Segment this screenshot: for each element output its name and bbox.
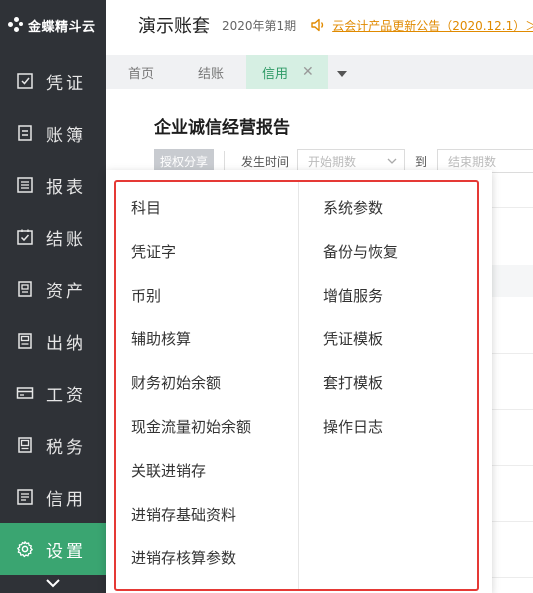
sidebar-item-tax[interactable]: 税务	[0, 419, 106, 471]
tab-label: 信用	[262, 66, 289, 82]
tab-more-button[interactable]	[328, 55, 356, 89]
menu-item-currency[interactable]: 币别	[131, 275, 251, 319]
sidebar-item-ledger[interactable]: 账簿	[0, 107, 106, 159]
caret-down-icon	[336, 63, 348, 82]
menu-item-link-inventory[interactable]: 关联进销存	[131, 450, 251, 494]
settings-menu-right-column: 系统参数 备份与恢复 增值服务 凭证模板 套打模板 操作日志	[323, 187, 398, 450]
top-header: 演示账套 2020年第1期 云会计产品更新公告（2020.12.1）＞	[106, 0, 533, 50]
cashier-icon	[16, 332, 34, 350]
settings-menu-left-column: 科目 凭证字 币别 辅助核算 财务初始余额 现金流量初始余额 关联进销存 进销存…	[131, 187, 251, 581]
tab-label: 首页	[128, 66, 155, 82]
start-period-placeholder: 开始期数	[308, 154, 357, 169]
end-period-placeholder: 结束期数	[448, 154, 497, 169]
menu-item-print-template[interactable]: 套打模板	[323, 362, 398, 406]
menu-item-cashflow-initial-balance[interactable]: 现金流量初始余额	[131, 406, 251, 450]
account-title[interactable]: 演示账套	[138, 12, 210, 38]
sidebar-item-label: 信用	[46, 489, 86, 510]
page-title: 企业诚信经营报告	[154, 118, 290, 138]
sidebar-item-checkout[interactable]: 结账	[0, 211, 106, 263]
menu-item-inventory-accounting-params[interactable]: 进销存核算参数	[131, 537, 251, 581]
menu-item-voucher-word[interactable]: 凭证字	[131, 231, 251, 275]
accounting-period: 2020年第1期	[222, 18, 297, 33]
menu-divider	[298, 180, 299, 590]
sidebar-expand-toggle[interactable]	[0, 572, 106, 593]
sidebar-item-voucher[interactable]: 凭证	[0, 55, 106, 107]
close-icon[interactable]: ✕	[302, 64, 314, 80]
sidebar-item-label: 设置	[46, 541, 86, 562]
app-root: 金蝶精斗云 凭证 账簿 报表 结账 资产 出纳 工资 税务 信用 设置 演示账套…	[0, 0, 533, 593]
menu-item-inventory-basic-data[interactable]: 进销存基础资料	[131, 494, 251, 538]
tab-credit[interactable]: 信用 ✕	[246, 55, 328, 89]
sidebar: 金蝶精斗云 凭证 账簿 报表 结账 资产 出纳 工资 税务 信用 设置	[0, 0, 106, 593]
sidebar-item-credit[interactable]: 信用	[0, 471, 106, 523]
sidebar-item-label: 结账	[46, 229, 86, 250]
tab-bar: 首页 结账 信用 ✕	[106, 55, 533, 89]
credit-icon	[16, 488, 34, 506]
menu-item-auxiliary-accounting[interactable]: 辅助核算	[131, 318, 251, 362]
voucher-icon	[16, 72, 34, 90]
ledger-icon	[16, 124, 34, 142]
settings-menu: 科目 凭证字 币别 辅助核算 财务初始余额 现金流量初始余额 关联进销存 进销存…	[106, 170, 492, 593]
menu-item-value-added-services[interactable]: 增值服务	[323, 275, 398, 319]
tab-checkout[interactable]: 结账	[176, 55, 246, 89]
menu-item-system-params[interactable]: 系统参数	[323, 187, 398, 231]
asset-icon	[16, 280, 34, 298]
menu-item-operation-log[interactable]: 操作日志	[323, 406, 398, 450]
sidebar-item-label: 工资	[46, 385, 86, 406]
sidebar-item-label: 报表	[46, 177, 86, 198]
chevron-down-icon	[45, 573, 61, 592]
menu-item-subjects[interactable]: 科目	[131, 187, 251, 231]
tab-home[interactable]: 首页	[106, 55, 176, 89]
sidebar-item-settings[interactable]: 设置	[0, 523, 106, 575]
sidebar-item-label: 税务	[46, 437, 86, 458]
tab-label: 结账	[198, 66, 225, 82]
sidebar-item-label: 出纳	[46, 333, 86, 354]
report-icon	[16, 176, 34, 194]
salary-icon	[16, 384, 34, 402]
gear-icon	[16, 540, 34, 558]
menu-item-backup-restore[interactable]: 备份与恢复	[323, 231, 398, 275]
to-label: 到	[415, 154, 428, 169]
sidebar-item-label: 资产	[46, 281, 86, 302]
sidebar-item-label: 账簿	[46, 125, 86, 146]
menu-item-voucher-template[interactable]: 凭证模板	[323, 318, 398, 362]
date-label: 发生时间	[241, 154, 290, 169]
menu-item-initial-balance[interactable]: 财务初始余额	[131, 362, 251, 406]
sidebar-item-asset[interactable]: 资产	[0, 263, 106, 315]
tax-icon	[16, 436, 34, 454]
sidebar-item-cashier[interactable]: 出纳	[0, 315, 106, 367]
sidebar-item-salary[interactable]: 工资	[0, 367, 106, 419]
divider	[224, 151, 226, 171]
speaker-icon	[310, 17, 326, 33]
chevron-down-icon	[386, 155, 398, 170]
brand-name: 金蝶精斗云	[28, 19, 96, 35]
update-notice-link[interactable]: 云会计产品更新公告（2020.12.1）＞	[332, 17, 533, 34]
sidebar-item-report[interactable]: 报表	[0, 159, 106, 211]
checkout-icon	[16, 228, 34, 246]
brand-logo[interactable]: 金蝶精斗云	[0, 0, 106, 50]
sidebar-item-label: 凭证	[46, 73, 86, 94]
logo-mark-icon	[8, 17, 24, 33]
